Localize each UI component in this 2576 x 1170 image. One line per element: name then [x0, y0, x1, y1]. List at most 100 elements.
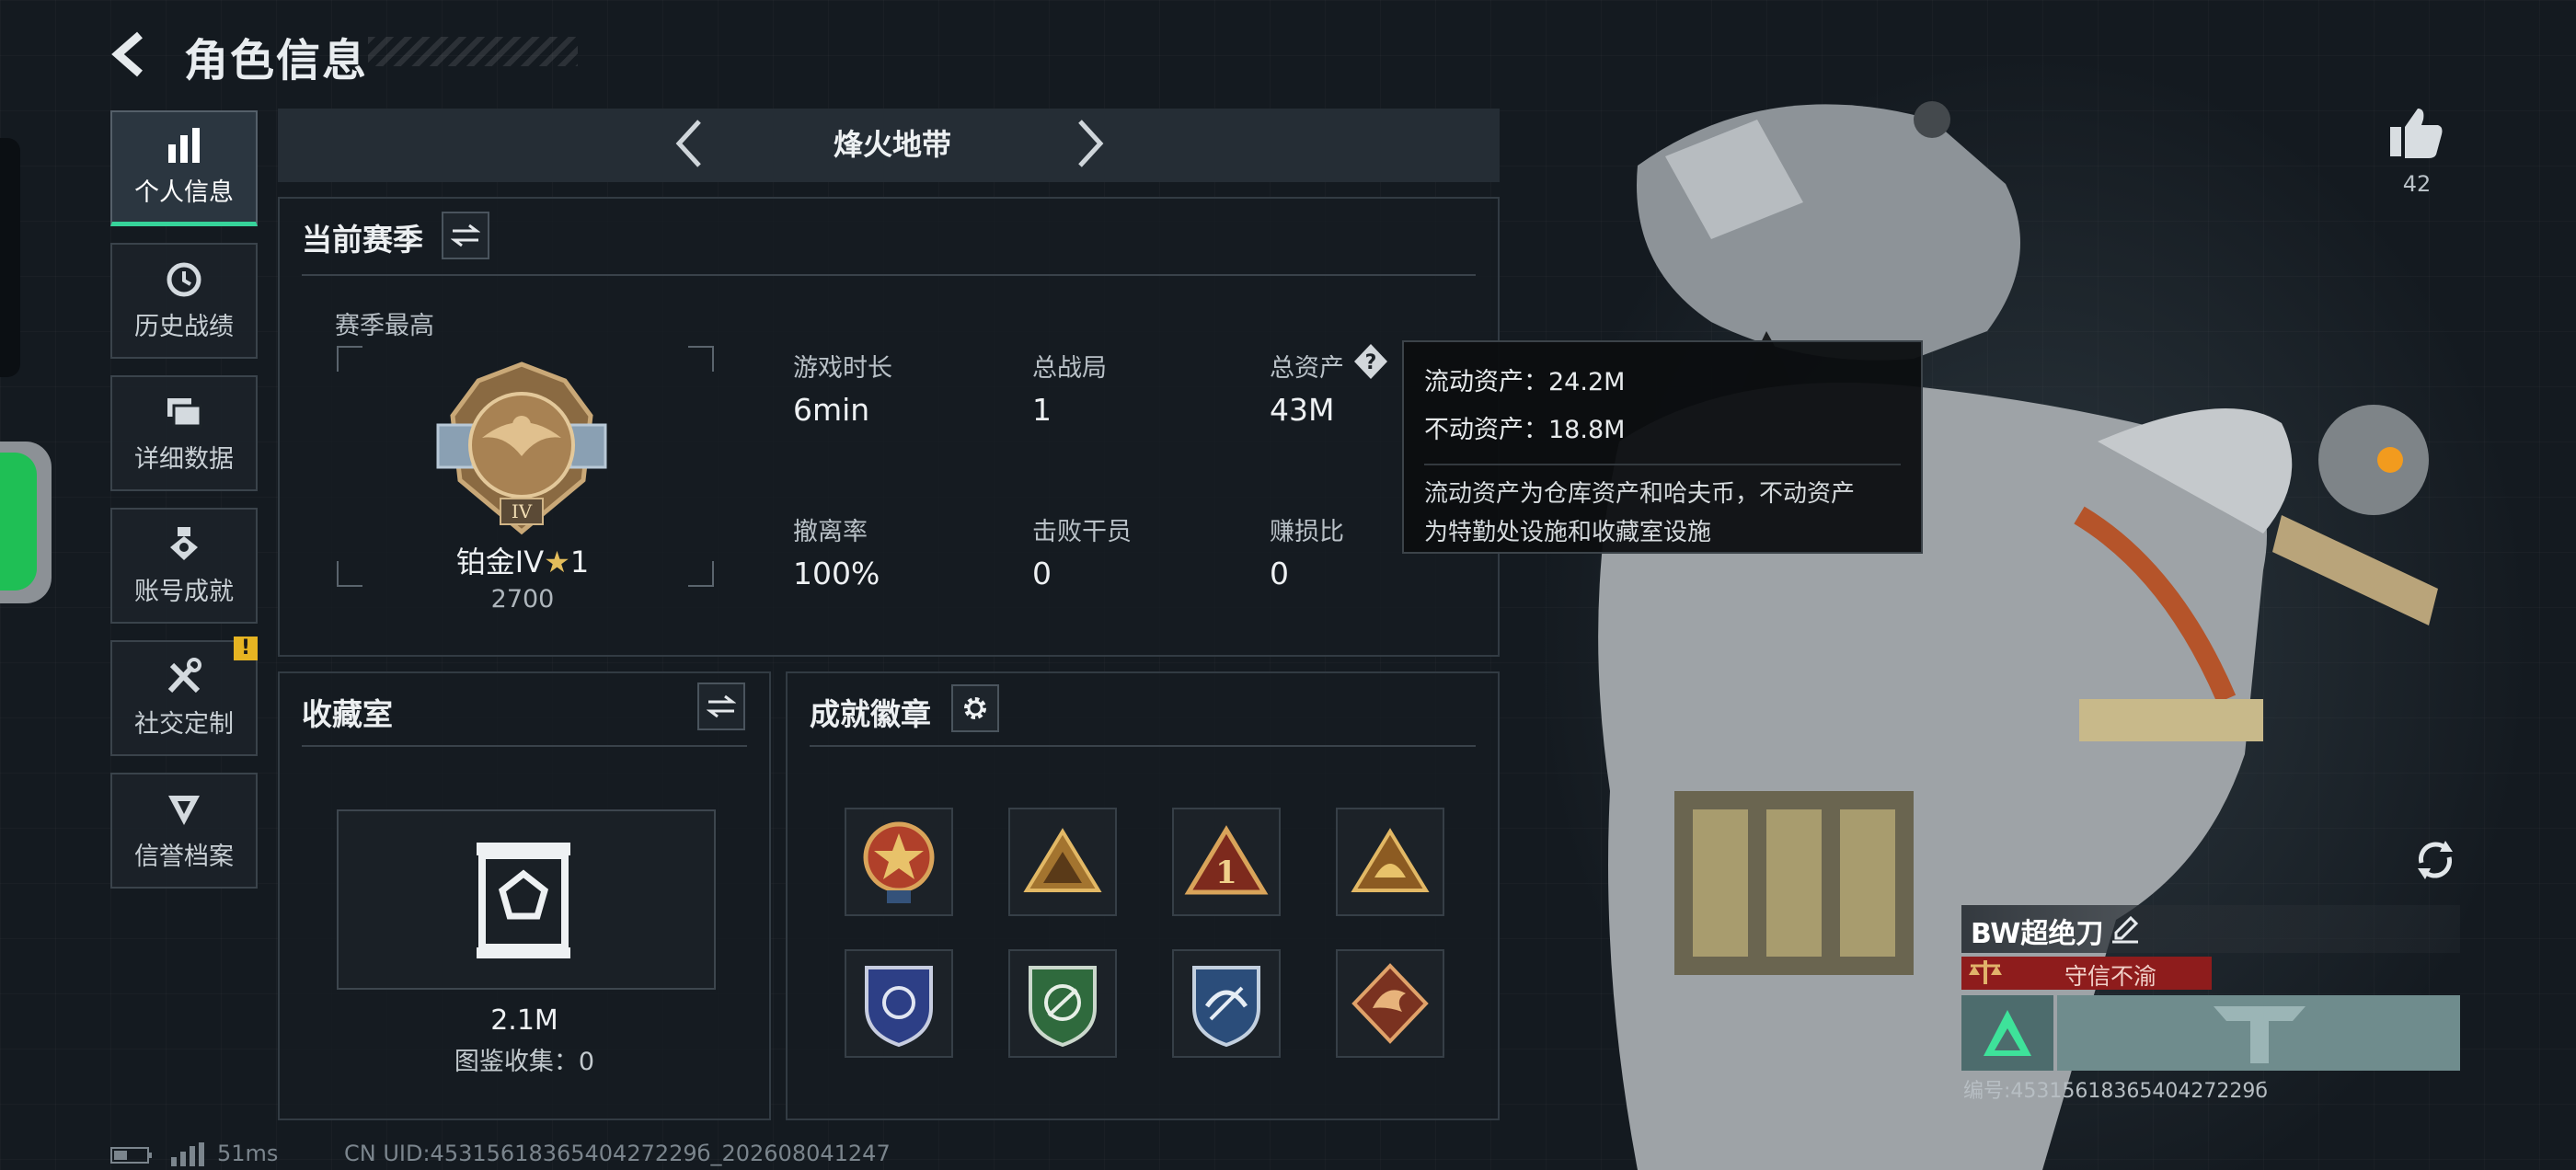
ping-text: 51ms [217, 1141, 279, 1166]
triangle-emblem-icon [1984, 1010, 2031, 1056]
battery-icon [110, 1147, 152, 1164]
edit-pencil-icon[interactable] [2110, 914, 2140, 944]
badge-slot[interactable] [845, 808, 953, 916]
badge-slot[interactable] [1008, 808, 1117, 916]
frame-corner [688, 346, 714, 372]
switch-season-button[interactable] [442, 212, 489, 259]
collection-preview[interactable] [337, 809, 716, 990]
sidebar-item-label: 社交定制 [134, 709, 234, 739]
star-icon: ★ [544, 545, 570, 579]
scales-icon [1969, 960, 2002, 984]
signal-icon [171, 1142, 204, 1166]
stat-value: 0 [1270, 556, 1289, 591]
collection-title: 收藏室 [302, 696, 393, 732]
floating-widget-inner [0, 453, 37, 591]
season-best-label: 赛季最高 [335, 312, 434, 340]
stat-label: 总战局 [1032, 354, 1107, 383]
frame-corner [337, 346, 362, 372]
back-arrow-icon[interactable] [109, 31, 155, 77]
sidebar-item-label: 详细数据 [134, 444, 234, 474]
camp-badge-icon [1023, 828, 1102, 892]
dragon-badge-icon [1351, 963, 1429, 1044]
display-case-icon [477, 843, 570, 958]
badge-slot[interactable] [1008, 949, 1117, 1058]
swap-arrows-icon [707, 694, 736, 718]
badge-slot[interactable]: 1 [1172, 808, 1281, 916]
gear-icon [964, 697, 986, 719]
tooltip-description: 流动资产为仓库资产和哈夫币，不动资产 为特勤处设施和收藏室设施 [1424, 464, 1901, 552]
season-name: 烽火地带 [833, 127, 951, 162]
stat-value: 100% [793, 556, 880, 591]
title-decoration [368, 37, 578, 66]
eagle-shield-icon [865, 966, 933, 1048]
reputation-icon [168, 795, 200, 825]
emblem-box [1961, 995, 2053, 1071]
screen-edge-bar [0, 138, 20, 377]
asset-tooltip: 流动资产：24.2M 不动资产：18.8M 流动资产为仓库资产和哈夫币，不动资产… [1402, 340, 1923, 554]
sidebar-item-reputation[interactable]: 信誉档案 [110, 773, 258, 889]
achievement-icon [170, 526, 198, 560]
stat-label: 击败干员 [1032, 518, 1132, 546]
tools-icon [167, 657, 201, 693]
svg-text:?: ? [1365, 351, 1377, 374]
sidebar-item-personal-info[interactable]: 个人信息 [110, 110, 258, 226]
history-clock-icon [167, 262, 201, 296]
badge-slot[interactable] [1336, 808, 1444, 916]
next-season-arrow-icon[interactable] [1071, 116, 1111, 171]
divider [810, 745, 1476, 747]
badge-slot[interactable] [1172, 949, 1281, 1058]
folders-icon [167, 397, 202, 427]
stat-label: 撤离率 [793, 518, 868, 546]
prev-season-arrow-icon[interactable] [668, 116, 708, 171]
star-medal-icon [863, 821, 935, 903]
sidebar-item-history[interactable]: 历史战绩 [110, 243, 258, 359]
collection-value: 2.1M [490, 1004, 558, 1037]
platinum-rank-emblem-icon: IV [436, 361, 607, 535]
badge-settings-button[interactable] [951, 684, 999, 732]
player-name-card: BW超绝刀 守信不渝 编号:4531561836540427229б [1961, 905, 2460, 1103]
help-icon[interactable]: ? [1352, 342, 1389, 381]
stat-label: 赚损比 [1270, 518, 1344, 546]
stat-value: 43M [1270, 392, 1335, 428]
sidebar-item-achievements[interactable]: 账号成就 [110, 508, 258, 624]
badge-slot[interactable] [845, 949, 953, 1058]
alert-badge: ! [234, 637, 258, 660]
rank-name: 铂金IV [455, 545, 545, 579]
badges-title: 成就徽章 [810, 696, 931, 732]
page-title: 角色信息 [184, 35, 369, 86]
rank-title: 铂金IV★1 [442, 539, 604, 581]
divider [302, 274, 1476, 276]
rotate-icon[interactable] [2410, 835, 2460, 885]
frame-corner [688, 561, 714, 587]
rank-stars: 1 [569, 545, 590, 579]
green-shield-icon [1029, 966, 1097, 1048]
sidebar-item-label: 个人信息 [134, 178, 234, 207]
sidebar-item-label: 账号成就 [134, 577, 234, 606]
sidebar-item-label: 信誉档案 [134, 842, 234, 871]
uid-text: CN UID:4531561836540427229б_202608041247 [344, 1141, 891, 1166]
frame-corner [337, 561, 362, 587]
player-id: 编号:4531561836540427229б [1963, 1080, 2268, 1103]
team-logo-icon [2214, 1006, 2306, 1063]
blue-wing-shield-icon [1192, 966, 1260, 1048]
stat-value: 6min [793, 392, 870, 428]
tooltip-desc-line: 为特勤处设施和收藏室设施 [1424, 519, 1712, 546]
catalog-count: 图鉴收集：0 [454, 1048, 595, 1076]
switch-collection-button[interactable] [697, 682, 745, 730]
sidebar-item-detailed-data[interactable]: 详细数据 [110, 375, 258, 491]
bar-chart-icon [168, 128, 200, 163]
tooltip-desc-line: 流动资产为仓库资产和哈夫币，不动资产 [1424, 480, 1856, 508]
helmet-badge-icon [1351, 828, 1430, 892]
current-season-title: 当前赛季 [302, 222, 423, 258]
stat-label: 游戏时长 [793, 354, 892, 383]
badge-slot[interactable] [1336, 949, 1444, 1058]
stat-value: 1 [1032, 392, 1052, 428]
thumbs-up-icon[interactable] [2388, 105, 2444, 160]
sidebar-item-label: 历史战绩 [134, 312, 234, 341]
number-one-badge-icon: 1 [1184, 825, 1269, 895]
like-count: 42 [2402, 171, 2432, 197]
stat-label: 总资产 [1270, 354, 1344, 383]
banner-card[interactable] [2057, 995, 2460, 1071]
player-name: BW超绝刀 [1971, 918, 2104, 950]
rank-score: 2700 [490, 585, 555, 614]
